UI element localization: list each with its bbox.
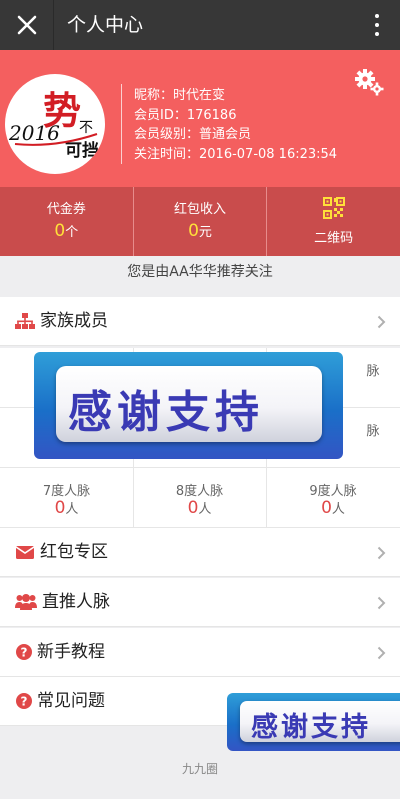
network-cell-value: 0人 bbox=[187, 498, 212, 518]
direct-contacts-label: 直推人脉 bbox=[42, 592, 110, 612]
redpacket-zone-row[interactable]: 红包专区 bbox=[0, 528, 400, 577]
direct-contacts-row[interactable]: 直推人脉 bbox=[0, 578, 400, 627]
family-members-row[interactable]: 家族成员 bbox=[0, 297, 400, 346]
follow-time: 关注时间：2016-07-08 16:23:54 bbox=[134, 146, 338, 162]
thanks-banner[interactable]: 感谢支持 bbox=[34, 352, 343, 459]
svg-text:可挡: 可挡 bbox=[65, 140, 99, 161]
svg-text:?: ? bbox=[21, 695, 28, 709]
divider bbox=[121, 84, 122, 164]
banner-text: 感谢支持 bbox=[68, 387, 264, 438]
top-bar: 个人中心 bbox=[0, 0, 400, 50]
voucher-value: 0个 bbox=[54, 221, 79, 241]
tutorial-label: 新手教程 bbox=[37, 642, 105, 662]
thanks-banner-small[interactable]: 感谢支持 bbox=[227, 693, 400, 751]
member-id: 会员ID：176186 bbox=[134, 107, 237, 123]
network-cell-label: 脉 bbox=[366, 424, 380, 439]
more-menu-icon[interactable] bbox=[374, 14, 380, 36]
qrcode-icon bbox=[322, 197, 345, 219]
profile-info: 昵称：时代在变 会员ID：176186 会员级别：普通会员 关注时间：2016-… bbox=[134, 86, 337, 164]
member-level: 会员级别：普通会员 bbox=[134, 127, 252, 142]
svg-text:势: 势 bbox=[43, 88, 81, 133]
network-cell-9[interactable]: 9度人脉 0人 bbox=[266, 468, 400, 528]
settings-gear-icon[interactable] bbox=[354, 67, 384, 97]
qrcode-label: 二维码 bbox=[314, 231, 354, 246]
network-cell-value: 0人 bbox=[321, 498, 345, 518]
redpacket-income-stat[interactable]: 红包收入 0元 bbox=[132, 187, 267, 256]
close-icon[interactable] bbox=[10, 7, 44, 43]
chevron-right-icon bbox=[377, 645, 386, 660]
chevron-right-icon bbox=[377, 545, 386, 560]
divider bbox=[53, 0, 54, 50]
qrcode-button[interactable]: 二维码 bbox=[266, 187, 400, 256]
voucher-stat[interactable]: 代金券 0个 bbox=[0, 187, 133, 256]
voucher-label: 代金券 bbox=[46, 202, 86, 217]
chevron-right-icon bbox=[377, 314, 386, 329]
redpacket-zone-label: 红包专区 bbox=[40, 542, 108, 562]
network-cell-value: 0人 bbox=[54, 498, 79, 518]
chevron-right-icon bbox=[377, 595, 386, 610]
sitemap-icon bbox=[15, 312, 35, 330]
network-cell-label: 8度人脉 bbox=[175, 484, 224, 499]
tutorial-row[interactable]: ? 新手教程 bbox=[0, 628, 400, 677]
network-cell-label: 7度人脉 bbox=[42, 484, 91, 499]
stats-bar: 代金券 0个 红包收入 0元 二维码 bbox=[0, 187, 400, 256]
question-circle-icon: ? bbox=[15, 692, 35, 710]
network-cell-8[interactable]: 8度人脉 0人 bbox=[133, 468, 267, 528]
avatar[interactable]: 2016 势 不 可挡 bbox=[5, 74, 105, 174]
avatar-logo: 2016 势 不 可挡 bbox=[8, 88, 99, 161]
svg-text:不: 不 bbox=[79, 120, 93, 136]
network-cell-7[interactable]: 7度人脉 0人 bbox=[0, 468, 134, 528]
question-circle-icon: ? bbox=[15, 643, 35, 661]
family-members-label: 家族成员 bbox=[40, 311, 108, 331]
banner-text: 感谢支持 bbox=[251, 712, 371, 743]
redpacket-income-value: 0元 bbox=[188, 221, 212, 241]
referrer-text: 您是由AA华华推荐关注 bbox=[127, 264, 273, 280]
network-cell-label: 脉 bbox=[366, 364, 380, 379]
svg-text:?: ? bbox=[21, 646, 28, 660]
network-cell-label: 9度人脉 bbox=[309, 484, 357, 499]
footer-brand: 九九圈 bbox=[181, 762, 218, 776]
redpacket-income-label: 红包收入 bbox=[174, 202, 227, 217]
profile-header: 2016 势 不 可挡 昵称：时代在变 会员ID：176186 会员级别：普通会… bbox=[0, 50, 400, 187]
envelope-icon bbox=[15, 543, 35, 561]
page-title: 个人中心 bbox=[67, 14, 144, 36]
users-icon bbox=[15, 593, 37, 611]
nickname: 昵称：时代在变 bbox=[134, 88, 226, 103]
faq-label: 常见问题 bbox=[37, 691, 105, 711]
